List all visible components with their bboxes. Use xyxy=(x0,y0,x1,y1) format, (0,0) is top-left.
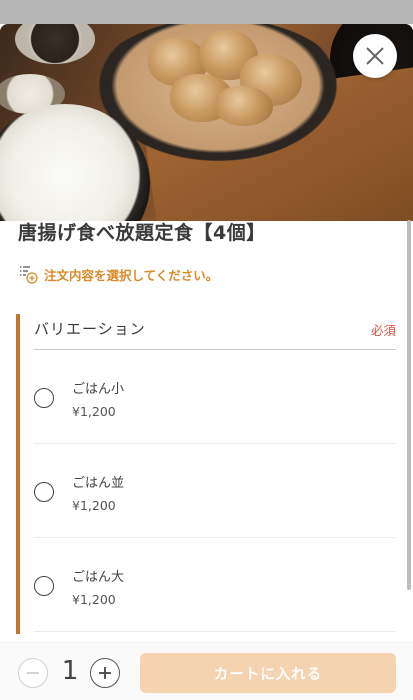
radio-button[interactable] xyxy=(34,388,54,408)
scrollbar[interactable] xyxy=(407,220,411,590)
plus-icon xyxy=(99,667,111,679)
option-rice-large[interactable]: ごはん大 ¥1,200 xyxy=(34,538,396,632)
option-name: ごはん大 xyxy=(72,570,125,585)
option-rice-small[interactable]: ごはん小 ¥1,200 xyxy=(34,350,396,444)
option-price: ¥1,200 xyxy=(72,592,116,607)
option-price: ¥1,200 xyxy=(72,498,116,513)
product-title: 唐揚げ食べ放題定食【4個】 xyxy=(18,222,266,244)
close-button[interactable] xyxy=(353,34,397,78)
option-rice-regular[interactable]: ごはん並 ¥1,200 xyxy=(34,444,396,538)
decrease-quantity-button[interactable] xyxy=(18,658,48,688)
minus-icon xyxy=(27,672,39,674)
footer-bar: 1 カートに入れる xyxy=(0,642,413,700)
selection-prompt: 注文内容を選択してください。 xyxy=(18,264,218,284)
radio-button[interactable] xyxy=(34,576,54,596)
list-add-icon xyxy=(20,266,38,284)
required-badge: 必須 xyxy=(370,323,396,338)
variation-section: バリエーション 必須 ごはん小 ¥1,200 ごはん並 ¥1,200 ごはん大 … xyxy=(16,314,397,634)
prompt-text: 注文内容を選択してください。 xyxy=(44,267,219,283)
quantity-value: 1 xyxy=(61,656,79,686)
add-to-cart-button[interactable]: カートに入れる xyxy=(140,653,396,693)
product-image xyxy=(0,24,413,221)
option-price: ¥1,200 xyxy=(72,404,116,419)
section-header: バリエーション 必須 xyxy=(34,314,396,350)
radio-button[interactable] xyxy=(34,482,54,502)
option-name: ごはん並 xyxy=(72,476,125,491)
close-icon xyxy=(366,47,384,65)
section-accent-bar xyxy=(16,314,20,634)
status-bar xyxy=(0,0,413,24)
section-title: バリエーション xyxy=(34,320,146,338)
option-name: ごはん小 xyxy=(72,382,125,397)
increase-quantity-button[interactable] xyxy=(90,658,120,688)
